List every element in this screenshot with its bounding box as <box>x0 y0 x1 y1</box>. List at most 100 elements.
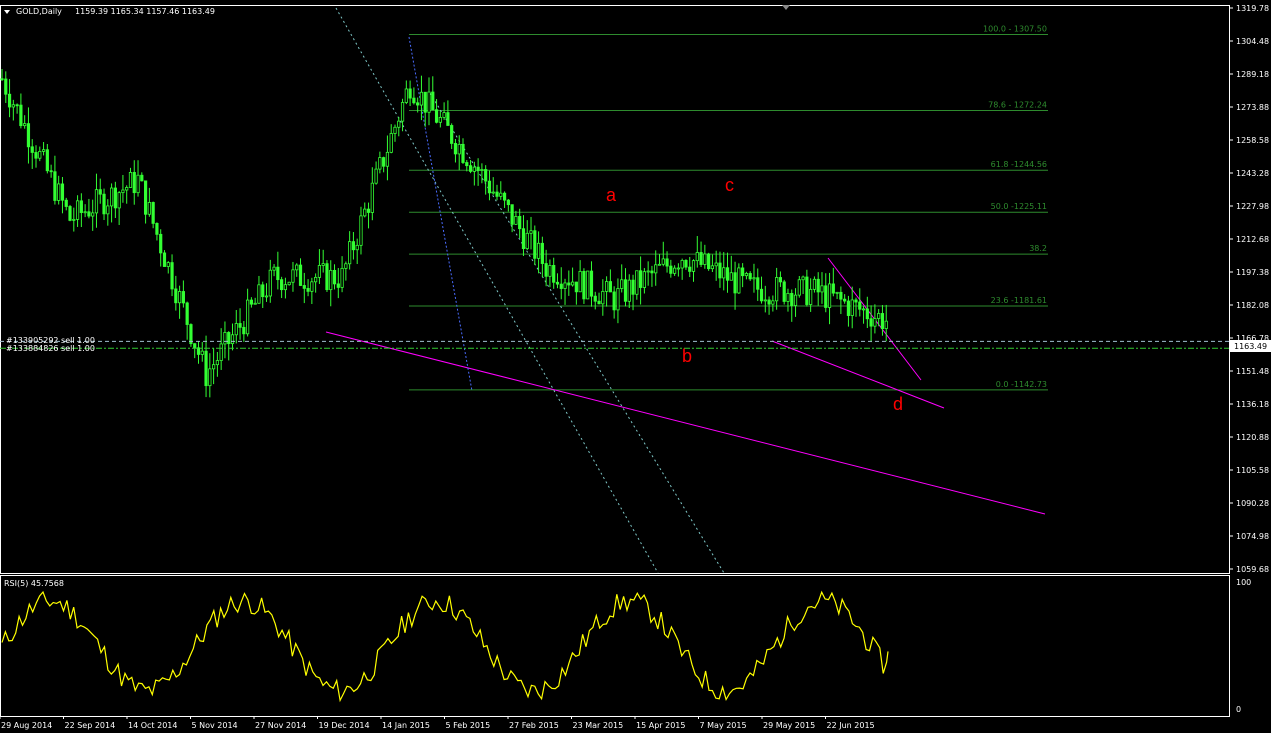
candle-body <box>612 291 616 311</box>
candle-body <box>321 263 325 266</box>
candle-body <box>283 284 288 291</box>
rsi-panel <box>0 575 1230 717</box>
candle-body <box>555 281 560 285</box>
candle-body <box>0 78 4 81</box>
candle-body <box>620 279 624 289</box>
candle-body <box>128 172 133 188</box>
candle-body <box>578 270 582 293</box>
candle-body <box>506 199 510 206</box>
price-badge-label: 1163.49 <box>1234 342 1267 351</box>
candle-body <box>639 270 643 288</box>
wave-label-d: d <box>893 394 903 414</box>
candle-body <box>317 265 322 278</box>
candle-body <box>268 269 272 297</box>
x-tick-label: 15 Apr 2015 <box>636 721 685 730</box>
candle-body <box>476 166 480 171</box>
candle-body <box>393 126 397 134</box>
candle-body <box>756 277 760 290</box>
candle-body <box>741 267 745 277</box>
candle-body <box>778 277 783 283</box>
candle-body <box>491 191 495 194</box>
candle-body <box>166 262 170 267</box>
candle-body <box>472 166 476 172</box>
wave-label-c: c <box>725 175 734 195</box>
candle-body <box>174 288 178 304</box>
candle-body <box>529 230 533 234</box>
header-menu-arrow-icon[interactable] <box>4 10 10 14</box>
candle-body <box>34 152 38 159</box>
candle-body <box>15 104 19 107</box>
candle-body <box>159 233 163 254</box>
x-tick-label: 22 Jun 2015 <box>827 721 875 730</box>
rsi-line <box>1 590 889 703</box>
candle-body <box>446 112 450 126</box>
candle-body <box>635 270 639 295</box>
candle-body <box>468 165 473 172</box>
candle-body <box>91 212 95 217</box>
candle-body <box>850 299 854 316</box>
candle-body <box>790 292 794 306</box>
candle-body <box>699 252 703 265</box>
candle-body <box>748 273 752 280</box>
candle-body <box>416 102 420 106</box>
candle-body <box>884 320 888 330</box>
y-tick-label: 1136.18 <box>1236 400 1269 409</box>
candle-body <box>79 200 83 213</box>
candle-body <box>242 326 246 335</box>
candle-body <box>193 343 197 349</box>
candle-body <box>812 278 817 290</box>
chart-canvas[interactable]: 100.0 - 1307.50 78.6 - 1272.24 61.8 -1244.… <box>0 0 1271 733</box>
candle-body <box>87 211 91 217</box>
candle-body <box>238 323 242 328</box>
candle-body <box>752 277 756 280</box>
rsi-tick-100: 100 <box>1236 578 1251 587</box>
candle-body <box>714 262 718 267</box>
candle-body <box>865 308 869 320</box>
y-tick-label: 1227.98 <box>1236 202 1269 211</box>
candle-body <box>151 202 155 224</box>
candle-body <box>94 189 99 214</box>
candle-body <box>820 285 824 293</box>
candle-body <box>291 269 295 283</box>
candle-body <box>212 364 216 370</box>
fib-anchor-line <box>408 36 473 392</box>
candle-body <box>366 208 371 213</box>
price-panel <box>0 5 1230 574</box>
candle-body <box>824 285 828 308</box>
candle-body <box>737 267 741 294</box>
candle-body <box>223 332 227 345</box>
candle-body <box>680 259 684 269</box>
x-tick-label: 29 Aug 2014 <box>1 721 52 730</box>
y-tick-label: 1059.68 <box>1236 565 1269 574</box>
candle-body <box>710 265 715 270</box>
order-lines[interactable] <box>0 340 1229 349</box>
candle-body <box>801 276 805 281</box>
candle-body <box>302 285 306 289</box>
candle-body <box>363 208 367 217</box>
candle-body <box>873 318 877 327</box>
candle-body <box>623 279 628 302</box>
candle-body <box>525 232 529 249</box>
fib-level-label: 23.6 -1181.61 <box>991 296 1047 305</box>
candle-body <box>155 222 159 235</box>
candle-body <box>487 180 492 194</box>
scroll-marker-icon[interactable] <box>782 5 790 10</box>
candle-body <box>378 157 382 170</box>
y-tick-label: 1120.88 <box>1236 433 1269 442</box>
candle-body <box>688 266 692 272</box>
candle-body <box>552 265 556 283</box>
y-tick-label: 1182.08 <box>1236 301 1269 310</box>
candle-body <box>329 269 333 291</box>
candle-body <box>548 265 552 277</box>
candle-body <box>582 270 586 300</box>
candle-body <box>570 281 575 286</box>
y-tick-label: 1090.28 <box>1236 499 1269 508</box>
candle-body <box>869 318 873 327</box>
candle-body <box>400 102 405 122</box>
candle-body <box>298 264 303 286</box>
candle-body <box>314 276 318 283</box>
candle-body <box>669 265 673 274</box>
candle-body <box>695 252 699 262</box>
candle-body <box>230 334 235 345</box>
candle-body <box>253 302 257 305</box>
